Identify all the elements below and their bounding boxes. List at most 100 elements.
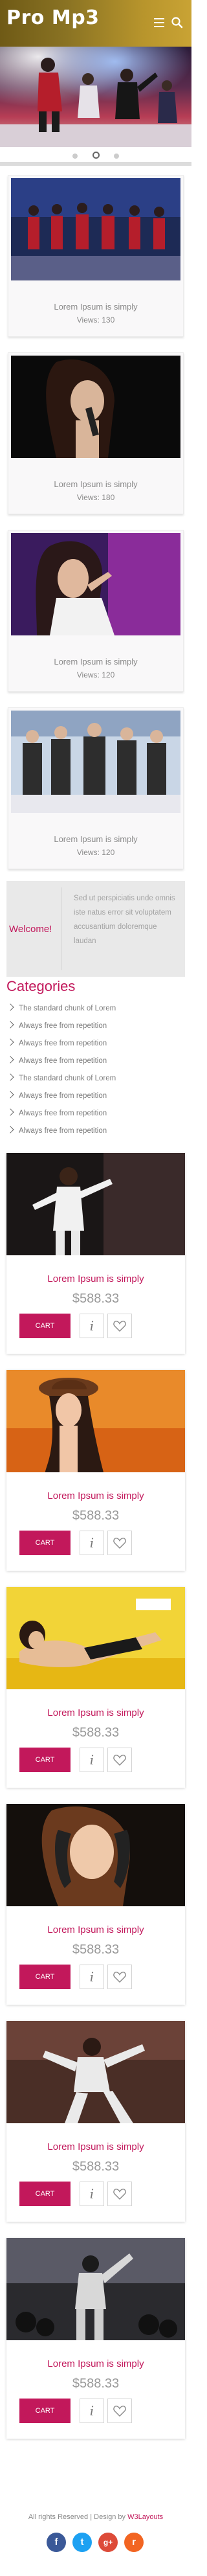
product-card: Lorem Ipsum is simply $588.33 CART i (6, 1804, 185, 2005)
facebook-icon[interactable]: f (47, 2533, 66, 2552)
product-price: $588.33 (72, 1292, 120, 1306)
rss-icon[interactable]: r (124, 2533, 144, 2552)
slider-dot-active[interactable] (92, 152, 100, 159)
info-icon: i (89, 2403, 94, 2419)
cart-button[interactable]: CART (19, 1965, 71, 1989)
video-thumbnail[interactable] (11, 178, 180, 280)
twitter-icon[interactable]: t (72, 2533, 92, 2552)
wishlist-button[interactable] (107, 1314, 132, 1338)
heart-icon (113, 1538, 126, 1549)
info-button[interactable]: i (80, 2399, 104, 2423)
info-icon: i (89, 1318, 94, 1334)
product-image[interactable] (6, 1370, 185, 1472)
footer-text: All rights Reserved | Design by (28, 2513, 126, 2521)
wishlist-button[interactable] (107, 1748, 132, 1772)
video-views: Views: 120 (8, 848, 183, 857)
product-price: $588.33 (72, 1943, 120, 1957)
info-button[interactable]: i (80, 1748, 104, 1772)
slider-dot[interactable] (72, 154, 78, 159)
footer-copyright: All rights Reserved | Design by W3Layout… (0, 2513, 191, 2521)
info-button[interactable]: i (80, 2182, 104, 2206)
chevron-right-icon (6, 1073, 14, 1081)
product-image[interactable] (6, 1587, 185, 1689)
video-card[interactable]: Lorem Ipsum is simply Views: 120 (8, 707, 184, 869)
video-title[interactable]: Lorem Ipsum is simply (8, 479, 183, 489)
cart-button[interactable]: CART (19, 2182, 71, 2206)
category-label: Always free from repetition (19, 1040, 107, 1047)
category-item[interactable]: Always free from repetition (6, 1021, 116, 1039)
category-item[interactable]: Always free from repetition (6, 1056, 116, 1074)
info-button[interactable]: i (80, 1531, 104, 1555)
wishlist-button[interactable] (107, 2399, 132, 2423)
info-button[interactable]: i (80, 1965, 104, 1989)
category-item[interactable]: Always free from repetition (6, 1038, 116, 1056)
video-card[interactable]: Lorem Ipsum is simply Views: 120 (8, 530, 184, 692)
slider-dot[interactable] (113, 154, 119, 159)
product-title[interactable]: Lorem Ipsum is simply (6, 1707, 185, 1718)
category-label: The standard chunk of Lorem (19, 1075, 116, 1082)
wishlist-button[interactable] (107, 2182, 132, 2206)
hamburger-menu-icon[interactable] (154, 18, 164, 27)
category-item[interactable]: Always free from repetition (6, 1108, 116, 1126)
site-logo[interactable]: Pro Mp3 (6, 6, 100, 29)
wishlist-button[interactable] (107, 1531, 132, 1555)
cart-button[interactable]: CART (19, 1531, 71, 1555)
heart-icon (113, 1755, 126, 1766)
category-item[interactable]: Always free from repetition (6, 1126, 116, 1144)
section-divider (0, 162, 191, 166)
video-thumbnail[interactable] (11, 356, 180, 458)
cart-button[interactable]: CART (19, 2399, 71, 2423)
product-image[interactable] (6, 1153, 185, 1255)
footer-brand-link[interactable]: W3Layouts (127, 2513, 163, 2521)
info-icon: i (89, 1969, 94, 1985)
info-button[interactable]: i (80, 1314, 104, 1338)
views-label: Views: (76, 315, 100, 325)
cart-button[interactable]: CART (19, 1748, 71, 1772)
product-image[interactable] (6, 1804, 185, 1906)
product-image[interactable] (6, 2238, 185, 2340)
product-card: Lorem Ipsum is simply $588.33 CART i (6, 1153, 185, 1354)
category-item[interactable]: The standard chunk of Lorem (6, 1003, 116, 1021)
welcome-text: Sed ut perspiciatis unde omnis iste natu… (74, 895, 175, 945)
video-title[interactable]: Lorem Ipsum is simply (8, 302, 183, 312)
video-thumbnail[interactable] (11, 711, 180, 813)
views-label: Views: (76, 670, 100, 679)
video-card[interactable]: Lorem Ipsum is simply Views: 130 (8, 175, 184, 337)
product-title[interactable]: Lorem Ipsum is simply (6, 1490, 185, 1501)
video-views: Views: 120 (8, 670, 183, 679)
video-title[interactable]: Lorem Ipsum is simply (8, 657, 183, 667)
chevron-right-icon (6, 1091, 14, 1099)
views-label: Views: (76, 848, 100, 857)
search-icon[interactable] (171, 16, 184, 29)
product-title[interactable]: Lorem Ipsum is simply (6, 2141, 185, 2152)
chevron-right-icon (6, 1003, 14, 1011)
heart-icon (113, 2189, 126, 2200)
hero-slider[interactable] (0, 47, 191, 147)
product-title[interactable]: Lorem Ipsum is simply (6, 1273, 185, 1284)
product-price: $588.33 (72, 2160, 120, 2174)
category-label: Always free from repetition (19, 1092, 107, 1100)
video-title[interactable]: Lorem Ipsum is simply (8, 834, 183, 844)
chevron-right-icon (6, 1056, 14, 1064)
video-thumbnail[interactable] (11, 533, 180, 635)
chevron-right-icon (6, 1038, 14, 1046)
category-item[interactable]: Always free from repetition (6, 1091, 116, 1109)
heart-icon (113, 2406, 126, 2417)
header: Pro Mp3 (0, 0, 191, 47)
product-card: Lorem Ipsum is simply $588.33 CART i (6, 2021, 185, 2222)
info-icon: i (89, 1752, 94, 1768)
category-item[interactable]: The standard chunk of Lorem (6, 1073, 116, 1091)
product-card: Lorem Ipsum is simply $588.33 CART i (6, 1587, 185, 1788)
product-card: Lorem Ipsum is simply $588.33 CART i (6, 2238, 185, 2439)
welcome-box: Welcome! Sed ut perspiciatis unde omnis … (6, 881, 185, 977)
wishlist-button[interactable] (107, 1965, 132, 1989)
video-views: Views: 130 (8, 315, 183, 325)
product-image[interactable] (6, 2021, 185, 2123)
cart-button[interactable]: CART (19, 1314, 71, 1338)
video-card[interactable]: Lorem Ipsum is simply Views: 180 (8, 352, 184, 514)
product-card: Lorem Ipsum is simply $588.33 CART i (6, 1370, 185, 1571)
product-title[interactable]: Lorem Ipsum is simply (6, 1924, 185, 1935)
product-title[interactable]: Lorem Ipsum is simply (6, 2358, 185, 2369)
google-plus-icon[interactable]: g+ (98, 2533, 118, 2552)
video-views: Views: 180 (8, 493, 183, 502)
